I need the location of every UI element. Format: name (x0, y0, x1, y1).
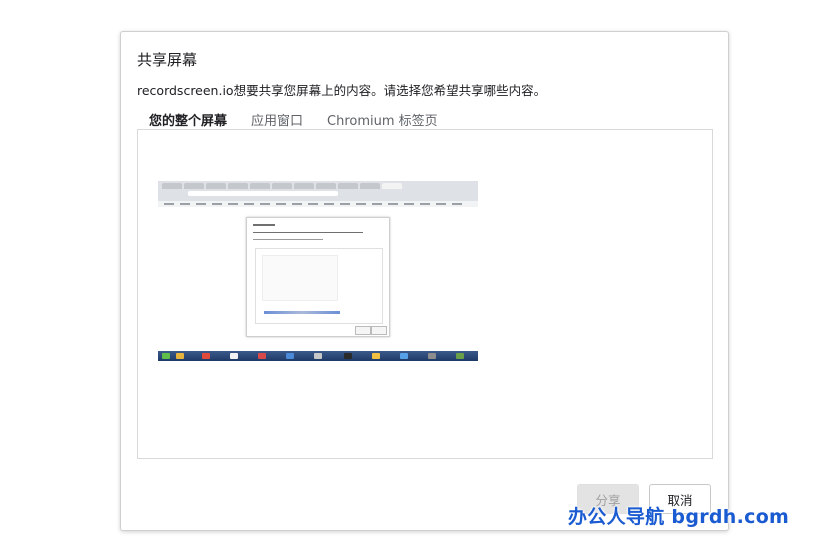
tab-chromium-tab[interactable]: Chromium 标签页 (315, 108, 450, 130)
entire-screen-thumbnail[interactable] (158, 181, 478, 361)
thumbnail-taskbar (158, 351, 478, 361)
source-panel (137, 129, 713, 459)
screen: 共享屏幕 recordscreen.io想要共享您屏幕上的内容。请选择您希望共享… (0, 0, 833, 551)
dialog-title: 共享屏幕 (137, 51, 198, 69)
thumbnail-browser-chrome (158, 181, 478, 201)
thumbnail-nested-dialog (246, 217, 390, 337)
tab-entire-screen[interactable]: 您的整个屏幕 (137, 108, 239, 130)
watermark-text: 办公人导航 bgrdh.com (568, 506, 790, 528)
thumbnail-bookmarks-bar (158, 201, 478, 207)
tab-app-window[interactable]: 应用窗口 (239, 108, 315, 130)
source-tabs: 您的整个屏幕 应用窗口 Chromium 标签页 (137, 108, 450, 130)
dialog-description: recordscreen.io想要共享您屏幕上的内容。请选择您希望共享哪些内容。 (137, 83, 547, 98)
share-screen-dialog: 共享屏幕 recordscreen.io想要共享您屏幕上的内容。请选择您希望共享… (120, 31, 729, 531)
